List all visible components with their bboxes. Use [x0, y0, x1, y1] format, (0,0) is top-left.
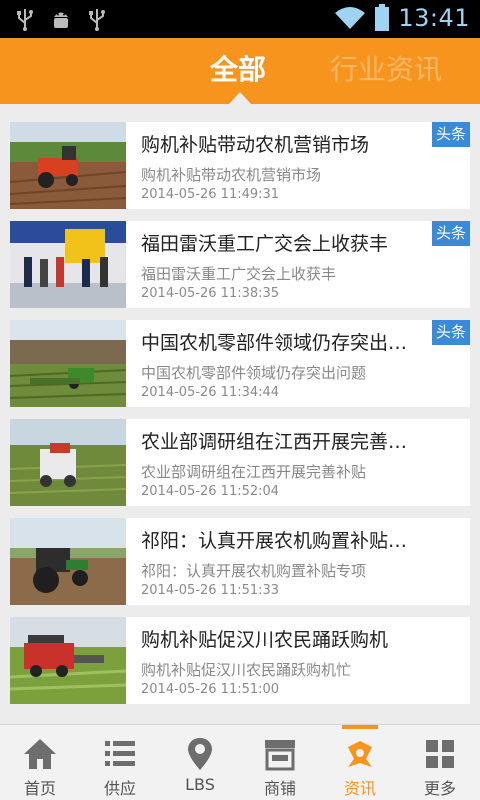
news-item[interactable]: 祁阳：认真开展农机购置补贴专项 祁阳：认真开展农机购置补贴专项 2014-05-… — [10, 518, 470, 605]
news-title: 中国农机零部件领域仍存突出问题 — [141, 332, 421, 354]
news-summary: 购机补贴带动农机营销市场 — [141, 166, 322, 184]
list-icon — [105, 741, 135, 766]
bottom-navigation: 首页 供应 LBS 商铺 资讯 更多 — [0, 724, 480, 800]
battery-icon — [375, 4, 390, 31]
news-thumbnail — [10, 221, 126, 308]
headline-badge: 头条 — [432, 221, 470, 246]
tab-all[interactable]: 全部 — [210, 48, 266, 92]
usb-icon — [89, 9, 105, 31]
headline-badge: 头条 — [432, 320, 470, 345]
news-thumbnail — [10, 320, 126, 407]
nav-shops[interactable]: 商铺 — [240, 725, 320, 800]
news-item[interactable]: 中国农机零部件领域仍存突出问题 中国农机零部件领域仍存突出问题 2014-05-… — [10, 320, 470, 407]
usb-icon — [17, 9, 33, 31]
news-timestamp: 2014-05-26 11:51:33 — [141, 583, 280, 598]
nav-home[interactable]: 首页 — [0, 725, 80, 800]
tab-industry-news[interactable]: 行业资讯 — [330, 48, 442, 92]
news-title: 购机补贴带动农机营销市场 — [141, 134, 370, 156]
nav-news[interactable]: 资讯 — [320, 725, 400, 800]
android-debug-icon — [54, 12, 68, 28]
news-timestamp: 2014-05-26 11:38:35 — [141, 286, 280, 301]
news-thumbnail — [10, 518, 126, 605]
location-pin-icon — [188, 738, 212, 770]
news-timestamp: 2014-05-26 11:51:00 — [141, 682, 280, 697]
nav-label: 更多 — [423, 779, 456, 798]
news-summary: 农业部调研组在江西开展完善补贴 — [141, 463, 367, 481]
news-thumbnail — [10, 617, 126, 704]
news-timestamp: 2014-05-26 11:49:31 — [141, 187, 280, 202]
headline-badge: 头条 — [432, 122, 470, 147]
news-summary: 购机补贴促汉川农民踊跃购机忙 — [141, 661, 352, 679]
news-thumbnail — [10, 122, 126, 209]
news-summary: 中国农机零部件领域仍存突出问题 — [141, 364, 367, 382]
system-status: 13:41 — [334, 4, 470, 32]
nav-label: 商铺 — [263, 779, 296, 798]
nav-label: LBS — [185, 775, 215, 794]
news-item[interactable]: 购机补贴带动农机营销市场 购机补贴带动农机营销市场 2014-05-26 11:… — [10, 122, 470, 209]
news-list: 购机补贴带动农机营销市场 购机补贴带动农机营销市场 2014-05-26 11:… — [10, 122, 470, 716]
shop-icon — [265, 740, 295, 771]
news-timestamp: 2014-05-26 11:52:04 — [141, 484, 280, 499]
news-title: 农业部调研组在江西开展完善补贴 — [141, 431, 421, 453]
notification-icons — [14, 7, 108, 31]
nav-more[interactable]: 更多 — [400, 725, 480, 800]
clock: 13:41 — [398, 4, 470, 32]
active-tab-indicator — [229, 92, 251, 104]
news-summary: 祁阳：认真开展农机购置补贴专项 — [141, 562, 367, 580]
news-thumbnail — [10, 419, 126, 506]
nav-label: 资讯 — [343, 779, 376, 798]
home-icon — [24, 739, 56, 769]
grid-icon — [426, 740, 454, 768]
nav-lbs[interactable]: LBS — [160, 725, 240, 800]
news-timestamp: 2014-05-26 11:34:44 — [141, 385, 280, 400]
status-bar: 13:41 — [0, 0, 480, 38]
news-item[interactable]: 农业部调研组在江西开展完善补贴 农业部调研组在江西开展完善补贴 2014-05-… — [10, 419, 470, 506]
news-icon — [348, 741, 372, 767]
news-title: 祁阳：认真开展农机购置补贴专项 — [141, 530, 421, 552]
nav-label: 首页 — [23, 779, 56, 798]
news-title: 购机补贴促汉川农民踊跃购机 — [141, 629, 389, 651]
wifi-icon — [335, 7, 366, 29]
news-item[interactable]: 购机补贴促汉川农民踊跃购机 购机补贴促汉川农民踊跃购机忙 2014-05-26 … — [10, 617, 470, 704]
news-item[interactable]: 福田雷沃重工广交会上收获丰 福田雷沃重工广交会上收获丰 2014-05-26 1… — [10, 221, 470, 308]
news-title: 福田雷沃重工广交会上收获丰 — [141, 233, 389, 255]
news-summary: 福田雷沃重工广交会上收获丰 — [141, 265, 337, 283]
nav-label: 供应 — [103, 779, 136, 798]
nav-supply[interactable]: 供应 — [80, 725, 160, 800]
